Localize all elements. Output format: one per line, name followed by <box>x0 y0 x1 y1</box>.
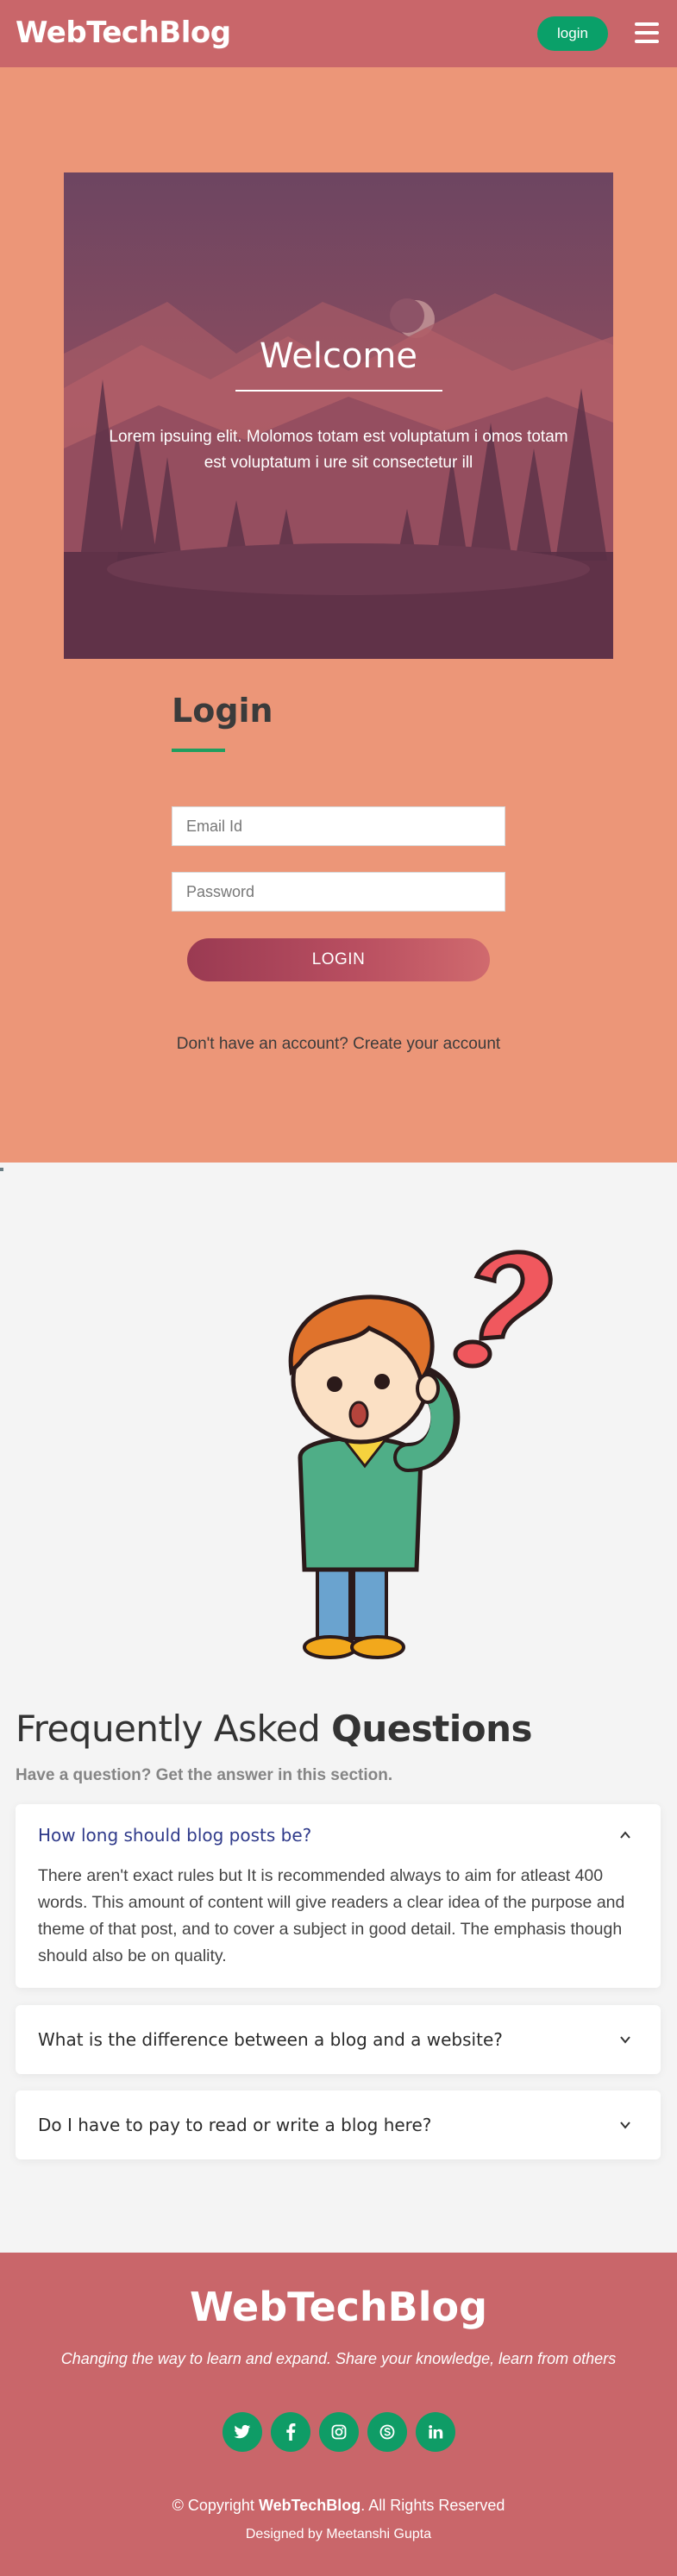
hero-banner: Welcome Lorem ipsuing elit. Molomos tota… <box>64 172 613 659</box>
faq-question-1[interactable]: How long should blog posts be? <box>38 1825 311 1846</box>
linkedin-icon[interactable] <box>416 2412 455 2452</box>
copyright-prefix: © Copyright <box>172 2497 254 2514</box>
twitter-icon[interactable] <box>223 2412 262 2452</box>
faq-question-2[interactable]: What is the difference between a blog an… <box>38 2029 503 2050</box>
signup-prompt: Don't have an account? Create your accou… <box>0 1035 677 1054</box>
social-links <box>223 2412 455 2452</box>
mountain-landscape-image <box>64 172 613 659</box>
hero-title: Welcome <box>260 336 417 376</box>
faq-heading-bold: Questions <box>331 1708 532 1750</box>
faq-subheading: Have a question? Get the answer in this … <box>16 1766 393 1784</box>
nav-login-button[interactable]: login <box>537 16 608 51</box>
facebook-icon[interactable] <box>271 2412 310 2452</box>
footer-brand[interactable]: WebTechBlog <box>0 2284 677 2330</box>
faq-heading: Frequently Asked Questions <box>16 1708 532 1750</box>
login-title-underline <box>172 749 225 752</box>
faq-heading-light: Frequently Asked <box>16 1708 321 1750</box>
login-submit-button[interactable]: LOGIN <box>187 938 490 981</box>
login-section: Welcome Lorem ipsuing elit. Molomos tota… <box>0 67 677 1163</box>
hamburger-icon[interactable] <box>635 22 659 43</box>
chevron-down-icon[interactable] <box>618 2118 632 2132</box>
footer: WebTechBlog Changing the way to learn an… <box>0 2253 677 2576</box>
password-input[interactable] <box>172 872 505 912</box>
faq-question-3[interactable]: Do I have to pay to read or write a blog… <box>38 2115 431 2135</box>
faq-item-1[interactable]: How long should blog posts be? There are… <box>16 1804 661 1988</box>
brand-logo[interactable]: WebTechBlog <box>16 16 231 50</box>
faq-item-3[interactable]: Do I have to pay to read or write a blog… <box>16 2090 661 2159</box>
login-title: Login <box>172 692 273 730</box>
decorative-mark <box>0 1168 3 1171</box>
hero-divider <box>235 390 442 392</box>
email-input[interactable] <box>172 806 505 846</box>
copyright-brand: WebTechBlog <box>258 2497 361 2514</box>
copyright-suffix: . All Rights Reserved <box>360 2497 505 2514</box>
thinking-boy-illustration <box>288 1250 553 1659</box>
designed-by: Designed by Meetanshi Gupta <box>245 2527 432 2542</box>
chevron-down-icon[interactable] <box>618 2033 632 2046</box>
create-account-link[interactable]: Create your account <box>353 1035 500 1053</box>
navbar: WebTechBlog login <box>0 0 677 67</box>
footer-tagline: Changing the way to learn and expand. Sh… <box>60 2350 617 2367</box>
signup-prefix: Don't have an account? <box>176 1035 348 1053</box>
chevron-up-icon[interactable] <box>618 1828 632 1842</box>
faq-answer-1: There aren't exact rules but It is recom… <box>38 1866 625 1965</box>
faq-section: Frequently Asked Questions Have a questi… <box>0 1163 677 2253</box>
hero-text: Lorem ipsuing elit. Molomos totam est vo… <box>109 428 568 472</box>
faq-item-2[interactable]: What is the difference between a blog an… <box>16 2005 661 2074</box>
skype-icon[interactable] <box>367 2412 407 2452</box>
copyright: © Copyright WebTechBlog. All Rights Rese… <box>0 2497 677 2515</box>
instagram-icon[interactable] <box>319 2412 359 2452</box>
